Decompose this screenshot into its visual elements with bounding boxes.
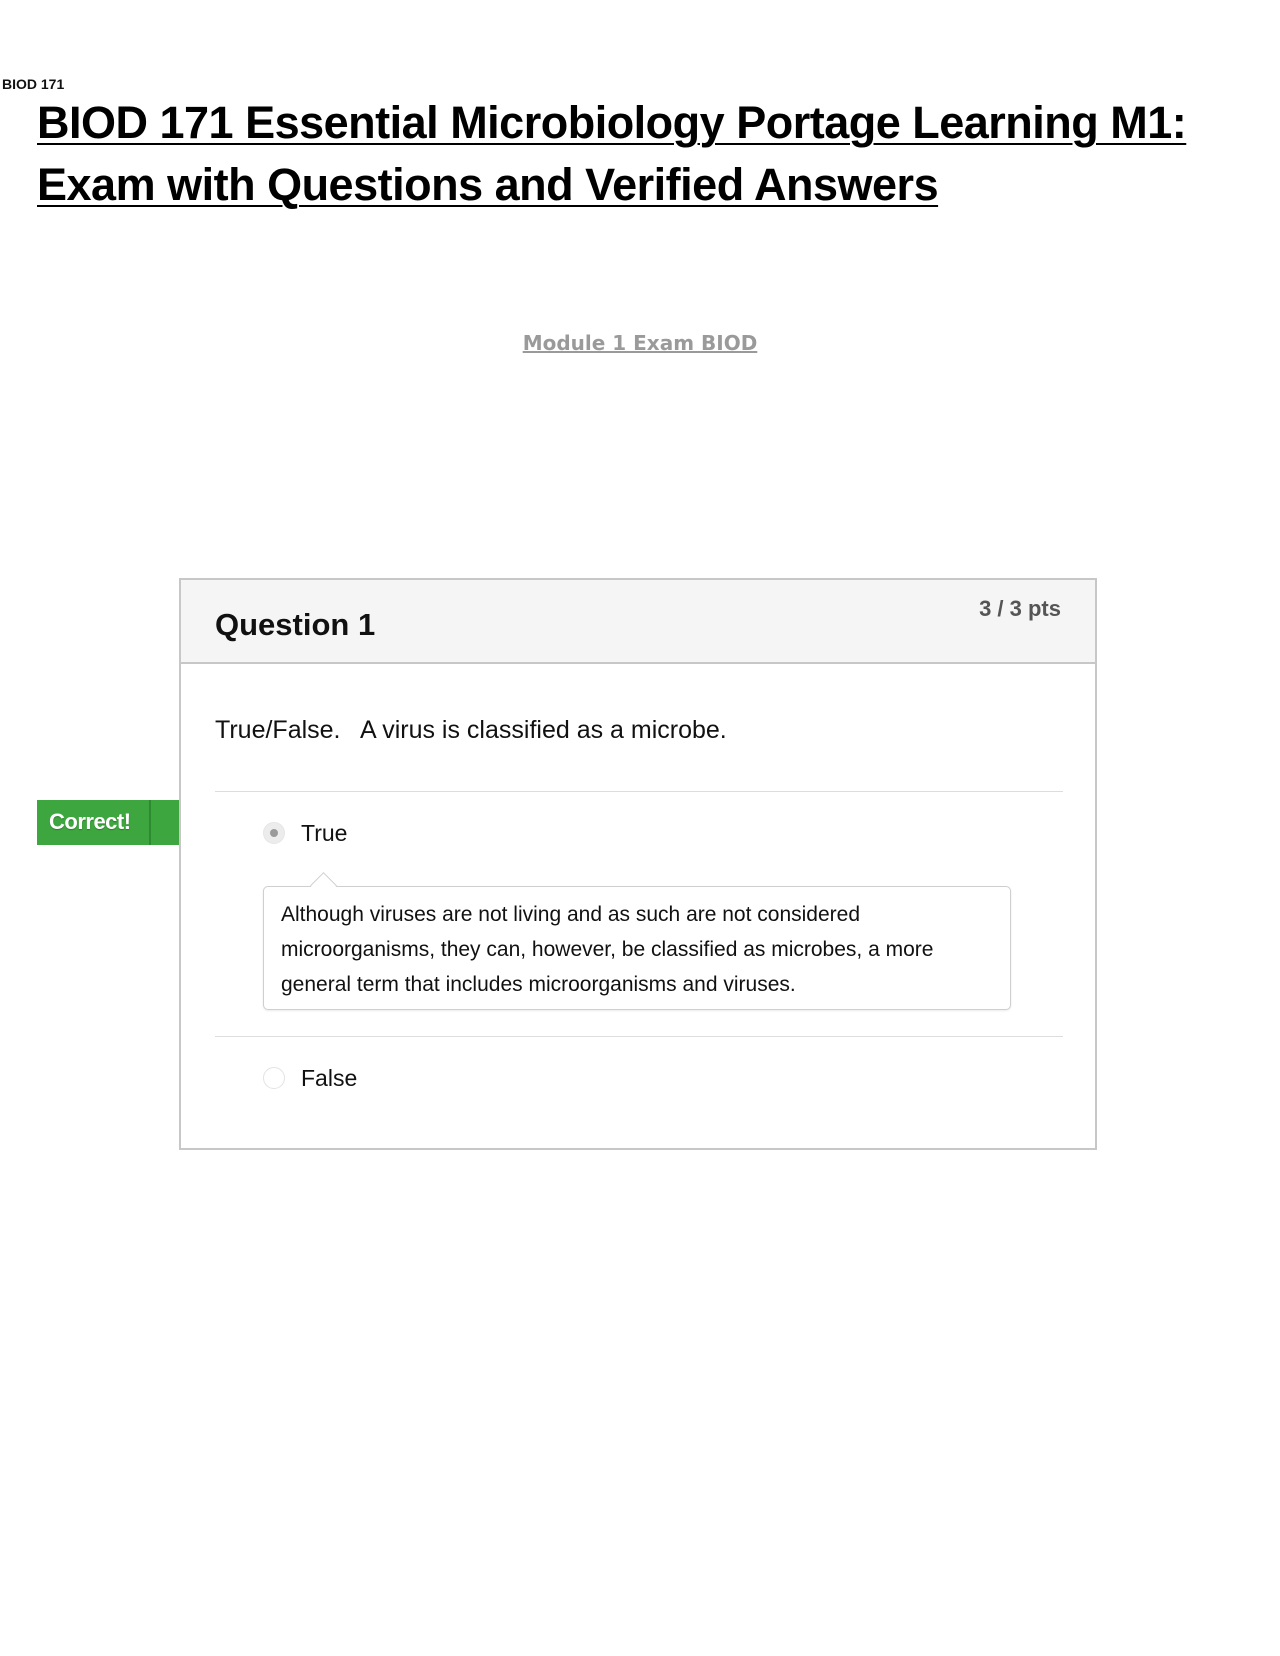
answer-label-false: False bbox=[301, 1065, 358, 1091]
question-title: Question 1 bbox=[215, 607, 376, 642]
answer-option-true[interactable]: True bbox=[263, 816, 863, 856]
question-header: Question 1 3 / 3 pts bbox=[181, 580, 1095, 664]
answer-label-true: True bbox=[301, 820, 348, 846]
question-text: True/False. A virus is classified as a m… bbox=[215, 716, 727, 744]
answer-divider bbox=[215, 1036, 1063, 1037]
feedback-box: Although viruses are not living and as s… bbox=[263, 872, 1011, 1010]
document-title: BIOD 171 Essential Microbiology Portage … bbox=[37, 97, 1187, 210]
course-tag: BIOD 171 bbox=[2, 76, 65, 92]
question-card: Question 1 3 / 3 pts True/False. A virus… bbox=[179, 578, 1097, 1150]
radio-unselected-icon[interactable] bbox=[263, 1067, 285, 1089]
question-points: 3 / 3 pts bbox=[979, 596, 1061, 621]
answer-divider bbox=[215, 791, 1063, 792]
correct-badge-label: Correct! bbox=[49, 809, 131, 834]
answer-option-false[interactable]: False bbox=[263, 1061, 863, 1101]
feedback-text: Although viruses are not living and as s… bbox=[281, 903, 934, 996]
feedback-pointer bbox=[310, 872, 337, 899]
radio-selected-icon[interactable] bbox=[263, 822, 285, 844]
module-link[interactable]: Module 1 Exam BIOD bbox=[0, 331, 1280, 355]
